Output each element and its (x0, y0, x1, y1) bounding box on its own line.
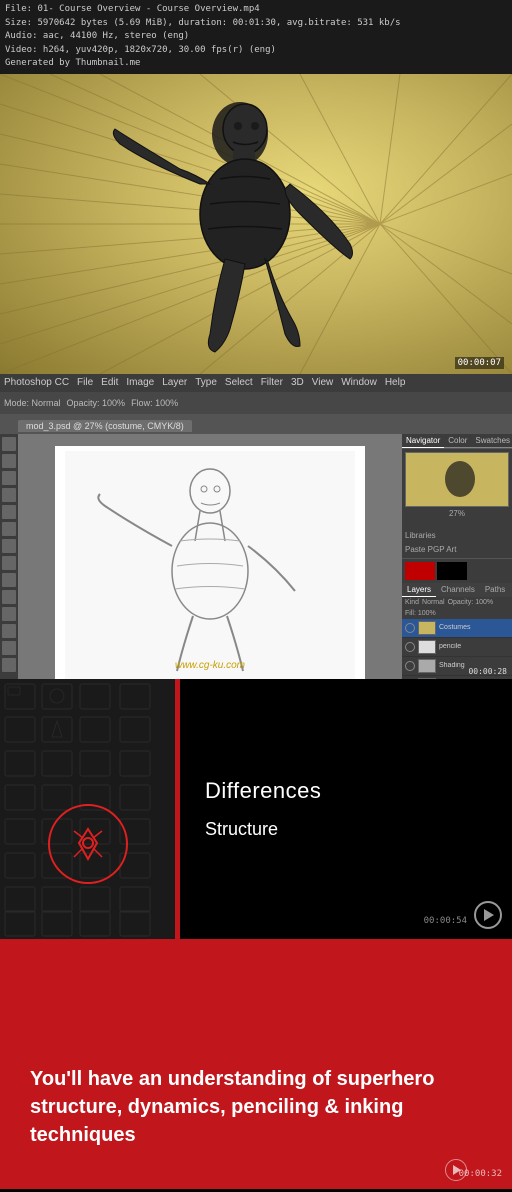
ps-color-tab[interactable]: Color (444, 434, 471, 448)
ps-menu-view[interactable]: View (312, 377, 334, 388)
ps-tool-stamp[interactable] (2, 539, 16, 553)
ps-canvas-area: www.cg-ku.com (18, 434, 402, 679)
ps-black-swatch[interactable] (437, 562, 467, 580)
ps-eye-icon-pencile[interactable] (405, 642, 415, 652)
dark-right-content: Differences Structure (180, 679, 512, 939)
ps-libraries-section: Libraries Paste PGP Art (402, 523, 512, 559)
ps-navigator-panel: 27% (402, 449, 512, 523)
ps-layer-costumes[interactable]: Costumes (402, 619, 512, 638)
ps-sketch-figure (65, 451, 355, 679)
red-section-timestamp: 00:00:32 (459, 1169, 502, 1179)
ps-tools-panel (0, 434, 18, 679)
ps-menu-window[interactable]: Window (341, 377, 377, 388)
ps-menu-type[interactable]: Type (195, 377, 217, 388)
ps-normal-label: Normal (422, 599, 445, 606)
dark-left-panel (0, 679, 175, 939)
comic-timestamp: 00:00:07 (455, 357, 504, 369)
ps-mode-label: Mode: Normal (4, 398, 61, 408)
ps-tool-crop[interactable] (2, 488, 16, 502)
ps-tool-brush[interactable] (2, 522, 16, 536)
ps-tool-lasso[interactable] (2, 471, 16, 485)
file-info-line5: Generated by Thumbnail.me (5, 57, 507, 71)
ps-menu-help[interactable]: Help (385, 377, 406, 388)
ps-toolbar: Mode: Normal Opacity: 100% Flow: 100% (0, 392, 512, 414)
ps-document-tab[interactable]: mod_3.psd @ 27% (costume, CMYK/8) (18, 420, 192, 432)
ps-libraries-name: Paste PGP Art (405, 543, 509, 556)
superhero-figure (100, 84, 400, 364)
ps-layer-name-costumes: Costumes (439, 624, 509, 631)
ps-navigator-tab[interactable]: Navigator (402, 434, 444, 448)
ps-menu-edit[interactable]: Edit (101, 377, 118, 388)
ps-color-swatches (402, 559, 512, 583)
ps-layers-tabs: Layers Channels Paths (402, 583, 512, 597)
ps-kind-label: Kind (405, 599, 419, 606)
ps-layers-tab[interactable]: Layers (402, 583, 436, 597)
ps-red-swatch[interactable] (405, 562, 435, 580)
ps-layer-thumb-pencile (418, 640, 436, 654)
ps-menu-select[interactable]: Select (225, 377, 253, 388)
red-section: You'll have an understanding of superher… (0, 939, 512, 1189)
red-section-body-text: You'll have an understanding of superher… (30, 1065, 450, 1149)
dark-section: Differences Structure 00:00:54 (0, 679, 512, 939)
ps-nav-tabs: Navigator Color Swatches (402, 434, 512, 449)
ps-navigator-thumb (405, 452, 509, 507)
ps-menu-image[interactable]: Image (126, 377, 154, 388)
ps-menu-file[interactable]: File (77, 377, 93, 388)
ps-layer-thumb-costumes (418, 621, 436, 635)
ps-channels-tab[interactable]: Channels (436, 583, 480, 597)
ps-fill-label: Fill: 100% (405, 610, 436, 617)
ps-tab-bar: mod_3.psd @ 27% (costume, CMYK/8) (0, 414, 512, 434)
ps-canvas: www.cg-ku.com (55, 446, 365, 679)
file-info-bar: File: 01- Course Overview - Course Overv… (0, 0, 512, 74)
play-button[interactable] (474, 901, 502, 929)
ps-tool-move[interactable] (2, 437, 16, 451)
ps-tool-pen[interactable] (2, 590, 16, 604)
differences-heading: Differences (205, 778, 487, 804)
ps-menu-photoshop[interactable]: Photoshop CC (4, 377, 69, 388)
ps-menu-filter[interactable]: Filter (261, 377, 283, 388)
ps-layer-thumb-shading (418, 659, 436, 673)
file-info-line3: Audio: aac, 44100 Hz, stereo (eng) (5, 30, 507, 44)
ps-eye-icon-shading[interactable] (405, 661, 415, 671)
comic-art-section: 00:00:07 (0, 74, 512, 374)
play-icon (484, 909, 494, 921)
ps-tool-select[interactable] (2, 454, 16, 468)
ps-menu-3d[interactable]: 3D (291, 377, 304, 388)
ps-fill-controls: Fill: 100% (402, 608, 512, 619)
ps-layer-pencile[interactable]: pencile (402, 638, 512, 657)
ps-content-area: www.cg-ku.com Navigator Color Swatches 2 (0, 434, 512, 679)
file-info-line4: Video: h264, yuv420p, 1820x720, 30.00 fp… (5, 44, 507, 58)
ps-tool-eraser[interactable] (2, 556, 16, 570)
ps-menu-bar: Photoshop CC File Edit Image Layer Type … (0, 374, 512, 392)
ps-zoom-display: 27% (405, 507, 509, 520)
ps-menu-layer[interactable]: Layer (162, 377, 187, 388)
ps-timestamp: 00:00:28 (468, 667, 507, 676)
ps-right-panel: Navigator Color Swatches 27% Libraries P… (402, 434, 512, 679)
ps-tool-zoom[interactable] (2, 658, 16, 672)
ps-swatches-tab[interactable]: Swatches (471, 434, 512, 448)
file-info-line2: Size: 5970642 bytes (5.69 MiB), duration… (5, 17, 507, 31)
file-info-line1: File: 01- Course Overview - Course Overv… (5, 3, 507, 17)
ps-opacity-label: Opacity: 100% (448, 599, 494, 606)
structure-heading: Structure (205, 819, 487, 840)
pen-nib-circle (48, 804, 128, 884)
dark-section-timestamp: 00:00:54 (424, 916, 467, 926)
ps-layer-name-pencile: pencile (439, 643, 509, 650)
pen-nib-icon (68, 824, 108, 864)
ps-opacity-label: Opacity: 100% (67, 398, 126, 408)
ps-layers-panel: Layers Channels Paths Kind Normal Opacit… (402, 583, 512, 679)
ps-layer-filter-controls: Kind Normal Opacity: 100% (402, 597, 512, 608)
photoshop-section: Photoshop CC File Edit Image Layer Type … (0, 374, 512, 679)
ps-tool-text[interactable] (2, 607, 16, 621)
watermark-text: www.cg-ku.com (175, 660, 245, 671)
ps-tool-hand[interactable] (2, 641, 16, 655)
ps-paths-tab[interactable]: Paths (480, 583, 510, 597)
ps-eye-icon-costumes[interactable] (405, 623, 415, 633)
ps-tool-eyedropper[interactable] (2, 505, 16, 519)
ps-tool-gradient[interactable] (2, 573, 16, 587)
ps-flow-label: Flow: 100% (131, 398, 178, 408)
ps-tool-shape[interactable] (2, 624, 16, 638)
ps-libraries-label: Libraries (405, 531, 436, 540)
